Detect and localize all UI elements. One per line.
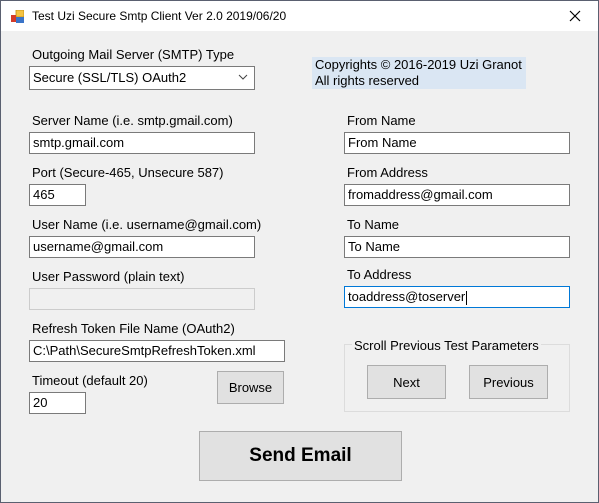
smtp-type-value: Secure (SSL/TLS) OAuth2 — [33, 70, 187, 85]
to-address-input[interactable]: toaddress@toserver — [344, 286, 570, 308]
next-button[interactable]: Next — [367, 365, 446, 399]
server-name-label: Server Name (i.e. smtp.gmail.com) — [32, 113, 233, 128]
port-input[interactable]: 465 — [29, 184, 86, 206]
text-caret — [466, 290, 468, 305]
copyright-line1: Copyrights © 2016-2019 Uzi Granot — [315, 57, 522, 72]
to-name-input[interactable]: To Name — [344, 236, 570, 258]
previous-button[interactable]: Previous — [469, 365, 548, 399]
smtp-type-label: Outgoing Mail Server (SMTP) Type — [32, 47, 235, 62]
smtp-type-select[interactable]: Secure (SSL/TLS) OAuth2 — [29, 66, 255, 90]
chevron-down-icon — [238, 74, 248, 80]
close-button[interactable] — [552, 1, 598, 31]
user-password-input[interactable] — [29, 288, 255, 310]
copyright-notice: Copyrights © 2016-2019 Uzi Granot All ri… — [312, 57, 526, 89]
server-name-input[interactable]: smtp.gmail.com — [29, 132, 255, 154]
browse-button[interactable]: Browse — [217, 371, 284, 404]
title-bar: Test Uzi Secure Smtp Client Ver 2.0 2019… — [1, 1, 598, 31]
refresh-token-input[interactable]: C:\Path\SecureSmtpRefreshToken.xml — [29, 340, 285, 362]
refresh-token-label: Refresh Token File Name (OAuth2) — [32, 321, 235, 336]
timeout-input[interactable]: 20 — [29, 392, 86, 414]
scroll-group-title: Scroll Previous Test Parameters — [352, 338, 541, 353]
to-address-label: To Address — [347, 267, 412, 282]
from-address-label: From Address — [347, 165, 428, 180]
from-address-input[interactable]: fromaddress@gmail.com — [344, 184, 570, 206]
user-name-input[interactable]: username@gmail.com — [29, 236, 255, 258]
to-address-value: toaddress@toserver — [348, 289, 466, 304]
copyright-line2: All rights reserved — [315, 73, 420, 88]
from-name-input[interactable]: From Name — [344, 132, 570, 154]
close-icon — [569, 10, 581, 22]
app-icon — [11, 10, 24, 23]
to-name-label: To Name — [347, 217, 400, 232]
timeout-label: Timeout (default 20) — [32, 373, 148, 388]
from-name-label: From Name — [347, 113, 416, 128]
user-password-label: User Password (plain text) — [32, 269, 185, 284]
window-title: Test Uzi Secure Smtp Client Ver 2.0 2019… — [32, 9, 287, 23]
main-window: Test Uzi Secure Smtp Client Ver 2.0 2019… — [0, 0, 599, 503]
user-name-label: User Name (i.e. username@gmail.com) — [32, 217, 262, 232]
port-label: Port (Secure-465, Unsecure 587) — [32, 165, 224, 180]
send-email-button[interactable]: Send Email — [199, 431, 402, 481]
